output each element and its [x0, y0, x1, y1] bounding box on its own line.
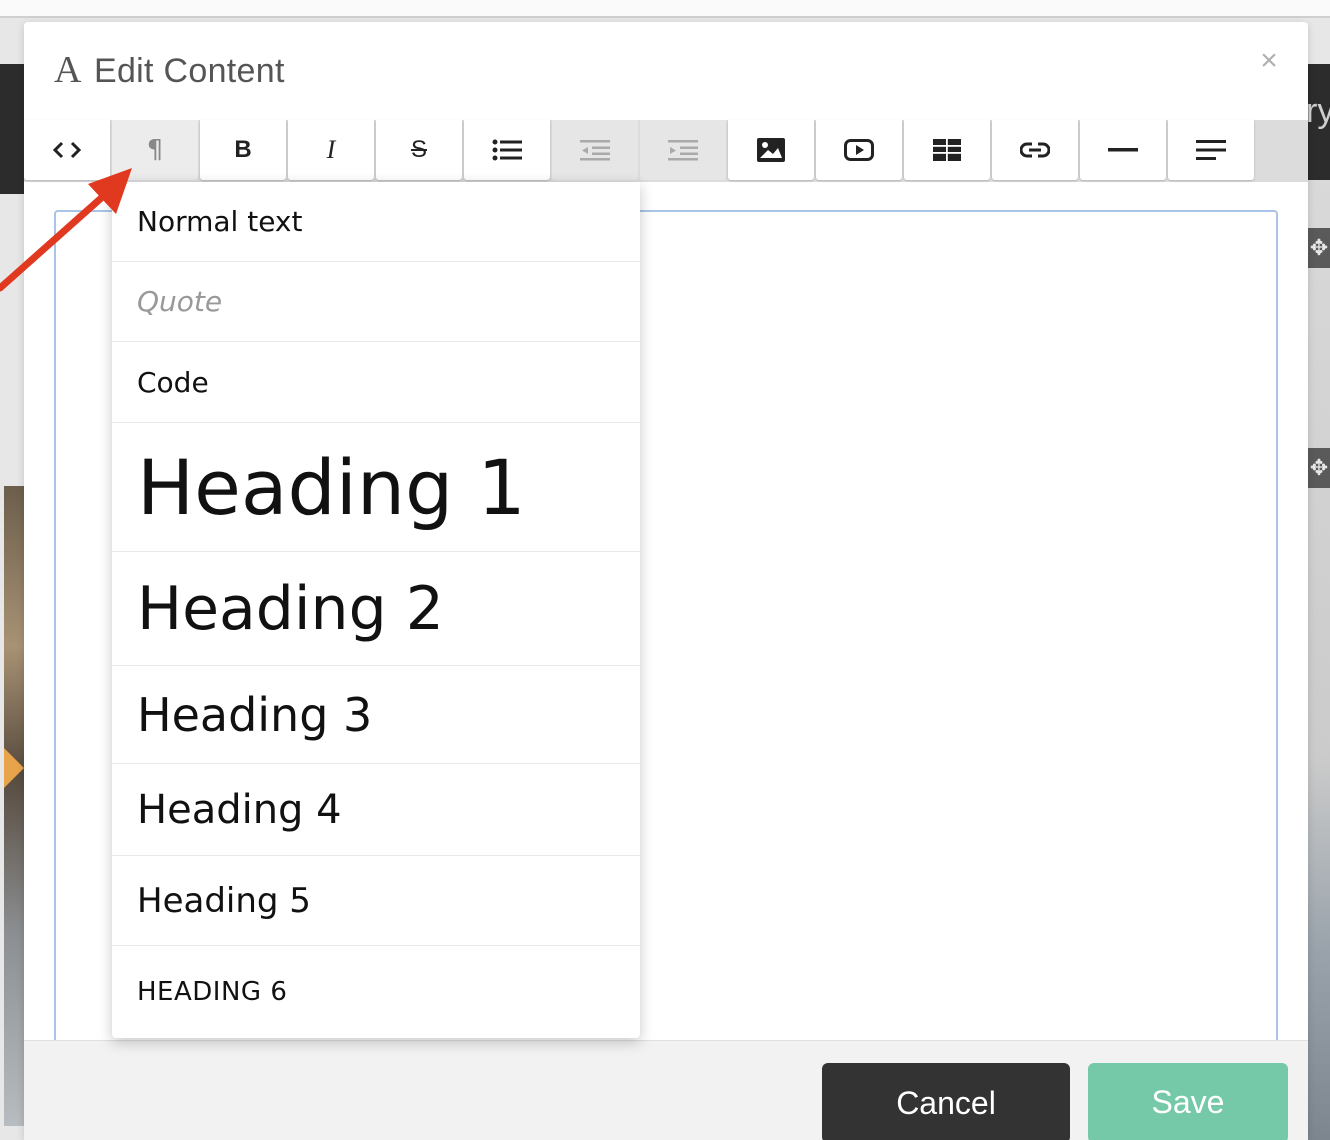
- unordered-list-button[interactable]: [464, 120, 550, 180]
- format-option-label: Normal text: [137, 205, 303, 238]
- format-option-label: Heading 1: [137, 442, 526, 532]
- image-icon: [757, 138, 785, 162]
- outdent-button[interactable]: [552, 120, 638, 180]
- format-option-heading-2[interactable]: Heading 2: [112, 552, 640, 666]
- list-icon: [492, 139, 522, 161]
- outdent-icon: [580, 139, 610, 161]
- close-button[interactable]: ×: [1254, 46, 1284, 76]
- background-left-panel: [0, 64, 24, 194]
- format-option-heading-4[interactable]: Heading 4: [112, 764, 640, 856]
- font-icon: A: [54, 49, 82, 91]
- table-button[interactable]: [904, 120, 990, 180]
- save-button[interactable]: Save: [1088, 1063, 1288, 1140]
- move-handle-icon[interactable]: ✥: [1308, 228, 1330, 268]
- code-icon: [52, 140, 82, 160]
- background-top-bar: [0, 0, 1330, 18]
- align-left-icon: [1196, 140, 1226, 160]
- move-handle-icon[interactable]: ✥: [1308, 448, 1330, 488]
- format-option-label: Heading 4: [137, 786, 342, 833]
- format-option-heading-1[interactable]: Heading 1: [112, 423, 640, 552]
- alignment-button[interactable]: [1168, 120, 1254, 180]
- table-icon: [933, 139, 961, 161]
- format-option-label: Code: [137, 365, 209, 399]
- format-option-heading-3[interactable]: Heading 3: [112, 666, 640, 764]
- format-option-normal-text[interactable]: Normal text: [112, 182, 640, 262]
- background-left-photo: [4, 486, 24, 1126]
- background-partial-text: ry: [1306, 92, 1330, 130]
- format-option-quote[interactable]: Quote: [112, 262, 640, 342]
- image-button[interactable]: [728, 120, 814, 180]
- bold-icon: B: [234, 136, 252, 163]
- format-button[interactable]: ¶: [112, 120, 198, 180]
- indent-button[interactable]: [640, 120, 726, 180]
- strikethrough-icon: S: [410, 136, 427, 163]
- background-right-photo: [1308, 180, 1330, 1140]
- format-option-label: Heading 3: [137, 687, 373, 742]
- video-icon: [844, 139, 874, 161]
- cancel-button[interactable]: Cancel: [822, 1063, 1070, 1140]
- link-icon: [1020, 141, 1050, 159]
- format-option-label: Quote: [137, 285, 223, 318]
- link-button[interactable]: [992, 120, 1078, 180]
- strikethrough-button[interactable]: S: [376, 120, 462, 180]
- horizontal-rule-button[interactable]: [1080, 120, 1166, 180]
- italic-button[interactable]: I: [288, 120, 374, 180]
- format-option-label: Heading 2: [137, 573, 444, 644]
- format-option-code[interactable]: Code: [112, 342, 640, 423]
- modal-title: Edit Content: [94, 52, 285, 90]
- paragraph-icon: ¶: [146, 135, 164, 165]
- horizontal-rule-icon: [1108, 147, 1138, 153]
- italic-icon: I: [326, 135, 336, 164]
- format-option-label: HEADING 6: [137, 977, 288, 1007]
- format-option-label: Heading 5: [137, 880, 311, 921]
- indent-icon: [668, 139, 698, 161]
- modal-header: A Edit Content ×: [24, 22, 1308, 120]
- html-source-button[interactable]: [24, 120, 110, 180]
- video-button[interactable]: [816, 120, 902, 180]
- format-option-heading-5[interactable]: Heading 5: [112, 856, 640, 946]
- background-left-shape: [4, 748, 24, 788]
- format-dropdown-menu: Normal text Quote Code Heading 1 Heading…: [112, 182, 640, 1038]
- format-option-heading-6[interactable]: HEADING 6: [112, 946, 640, 1038]
- bold-button[interactable]: B: [200, 120, 286, 180]
- modal-footer: Cancel Save: [24, 1040, 1308, 1140]
- editor-toolbar: ¶ B I S: [24, 120, 1308, 182]
